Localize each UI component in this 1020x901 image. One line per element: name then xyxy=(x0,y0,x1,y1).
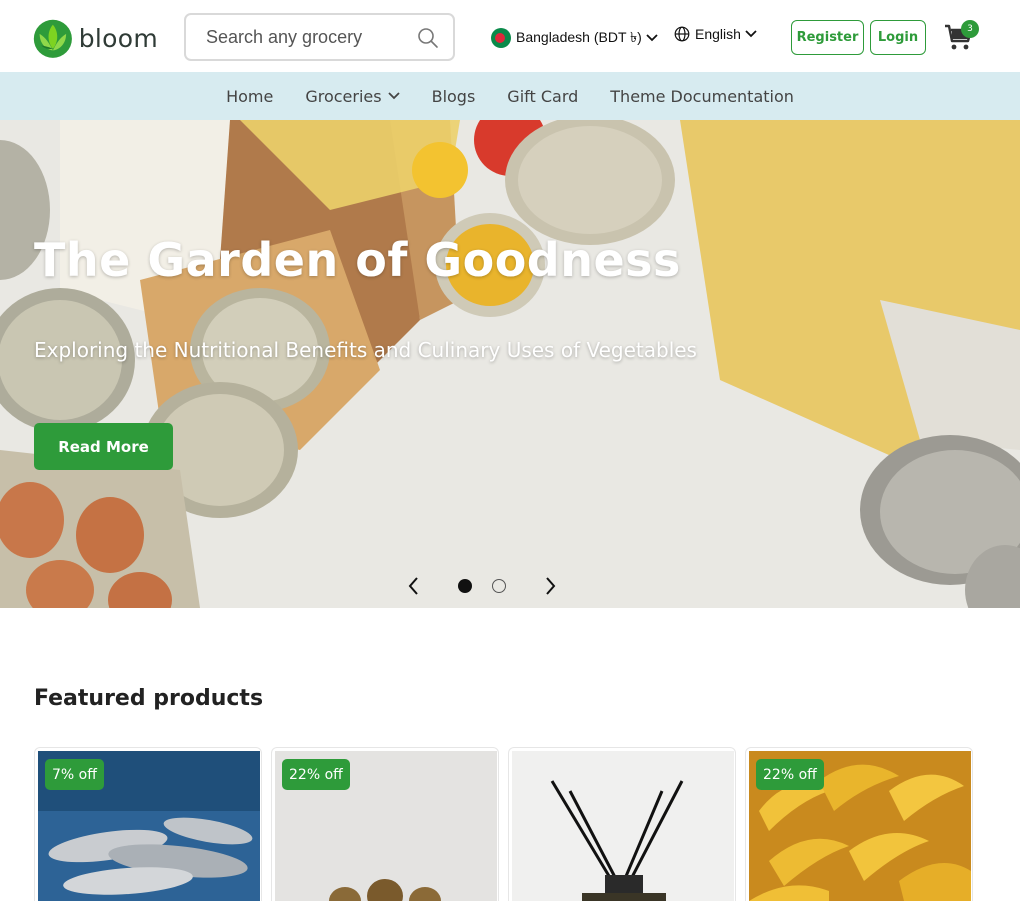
hero-background-image xyxy=(0,120,1020,608)
product-card[interactable]: 22% off xyxy=(271,747,499,901)
search-input[interactable] xyxy=(206,26,406,48)
nav-item-label: Theme Documentation xyxy=(610,86,794,106)
slider-next-button[interactable] xyxy=(540,575,560,597)
chevron-down-icon xyxy=(745,30,757,38)
globe-icon xyxy=(674,26,690,42)
search-box[interactable] xyxy=(184,13,455,61)
product-card[interactable] xyxy=(508,747,736,901)
nav-item-groceries[interactable]: Groceries xyxy=(305,86,400,106)
language-label: English xyxy=(695,26,741,42)
slider-dot-2[interactable] xyxy=(492,579,506,593)
product-image-diffuser xyxy=(512,751,734,901)
nav-item-blogs[interactable]: Blogs xyxy=(432,87,476,106)
bloom-logo[interactable]: bloom xyxy=(33,12,158,64)
featured-products-heading: Featured products xyxy=(34,686,264,711)
slider-dot-1[interactable] xyxy=(458,579,472,593)
chevron-left-icon xyxy=(408,577,418,595)
hero-title: The Garden of Goodness xyxy=(34,233,681,287)
country-selector[interactable]: Bangladesh (BDT ৳) xyxy=(491,26,658,50)
hero-subtitle: Exploring the Nutritional Benefits and C… xyxy=(34,338,697,362)
brand-name: bloom xyxy=(78,23,158,53)
register-button[interactable]: Register xyxy=(791,20,864,55)
read-more-button[interactable]: Read More xyxy=(34,423,173,470)
site-header: bloom Bangladesh (BDT ৳) English Registe… xyxy=(0,0,1020,72)
nav-item-label: Blogs xyxy=(431,86,476,106)
chevron-right-icon xyxy=(546,577,556,595)
lotus-logo-icon xyxy=(33,19,72,58)
chevron-down-icon xyxy=(387,92,400,100)
chevron-down-icon xyxy=(646,34,658,42)
product-card[interactable]: 7% off xyxy=(34,747,262,901)
cart-count-badge: 3 xyxy=(961,20,979,38)
nav-item-label: Home xyxy=(226,86,274,106)
discount-badge: 22% off xyxy=(756,759,824,790)
login-button[interactable]: Login xyxy=(870,20,926,55)
nav-item-label: Groceries xyxy=(305,86,382,106)
country-label: Bangladesh (BDT ৳) xyxy=(516,29,642,45)
nav-item-theme-documentation[interactable]: Theme Documentation xyxy=(610,87,794,106)
nav-item-home[interactable]: Home xyxy=(226,87,273,106)
slider-prev-button[interactable] xyxy=(404,575,424,597)
discount-badge: 22% off xyxy=(282,759,350,790)
bangladesh-flag-icon xyxy=(491,28,511,48)
main-nav: Home Groceries Blogs Gift Card Theme Doc… xyxy=(0,72,1020,120)
language-selector[interactable]: English xyxy=(674,26,757,42)
nav-item-label: Gift Card xyxy=(507,86,579,106)
hero-slider: The Garden of Goodness Exploring the Nut… xyxy=(0,120,1020,608)
nav-item-gift-card[interactable]: Gift Card xyxy=(507,87,578,106)
product-card[interactable]: 22% off xyxy=(745,747,973,901)
discount-badge: 7% off xyxy=(45,759,104,790)
search-icon[interactable] xyxy=(417,27,439,53)
cart-button[interactable]: 3 xyxy=(943,20,979,52)
